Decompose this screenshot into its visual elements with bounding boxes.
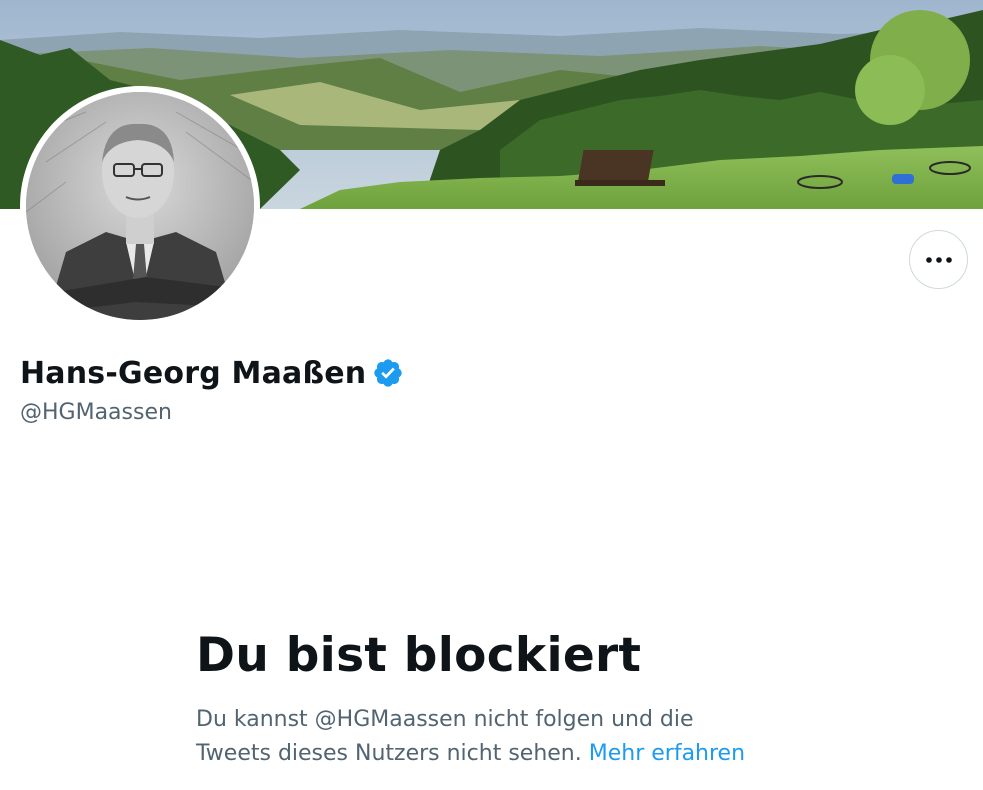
blocked-title: Du bist blockiert — [196, 628, 642, 683]
blocked-description-line2: Tweets dieses Nutzers nicht sehen. — [196, 741, 582, 766]
more-horizontal-icon — [925, 256, 952, 263]
display-name: Hans-Georg Maaßen — [20, 355, 367, 391]
learn-more-link[interactable]: Mehr erfahren — [589, 741, 745, 766]
verified-badge-icon[interactable] — [372, 357, 404, 389]
profile-handle: @HGMaassen — [20, 400, 172, 425]
more-options-button[interactable] — [909, 230, 968, 289]
blocked-description: Du kannst @HGMaassen nicht folgen und di… — [196, 703, 806, 771]
blocked-description-line1: Du kannst @HGMaassen nicht folgen und di… — [196, 707, 694, 732]
avatar[interactable] — [26, 92, 254, 320]
profile-name-row: Hans-Georg Maaßen — [20, 352, 404, 394]
